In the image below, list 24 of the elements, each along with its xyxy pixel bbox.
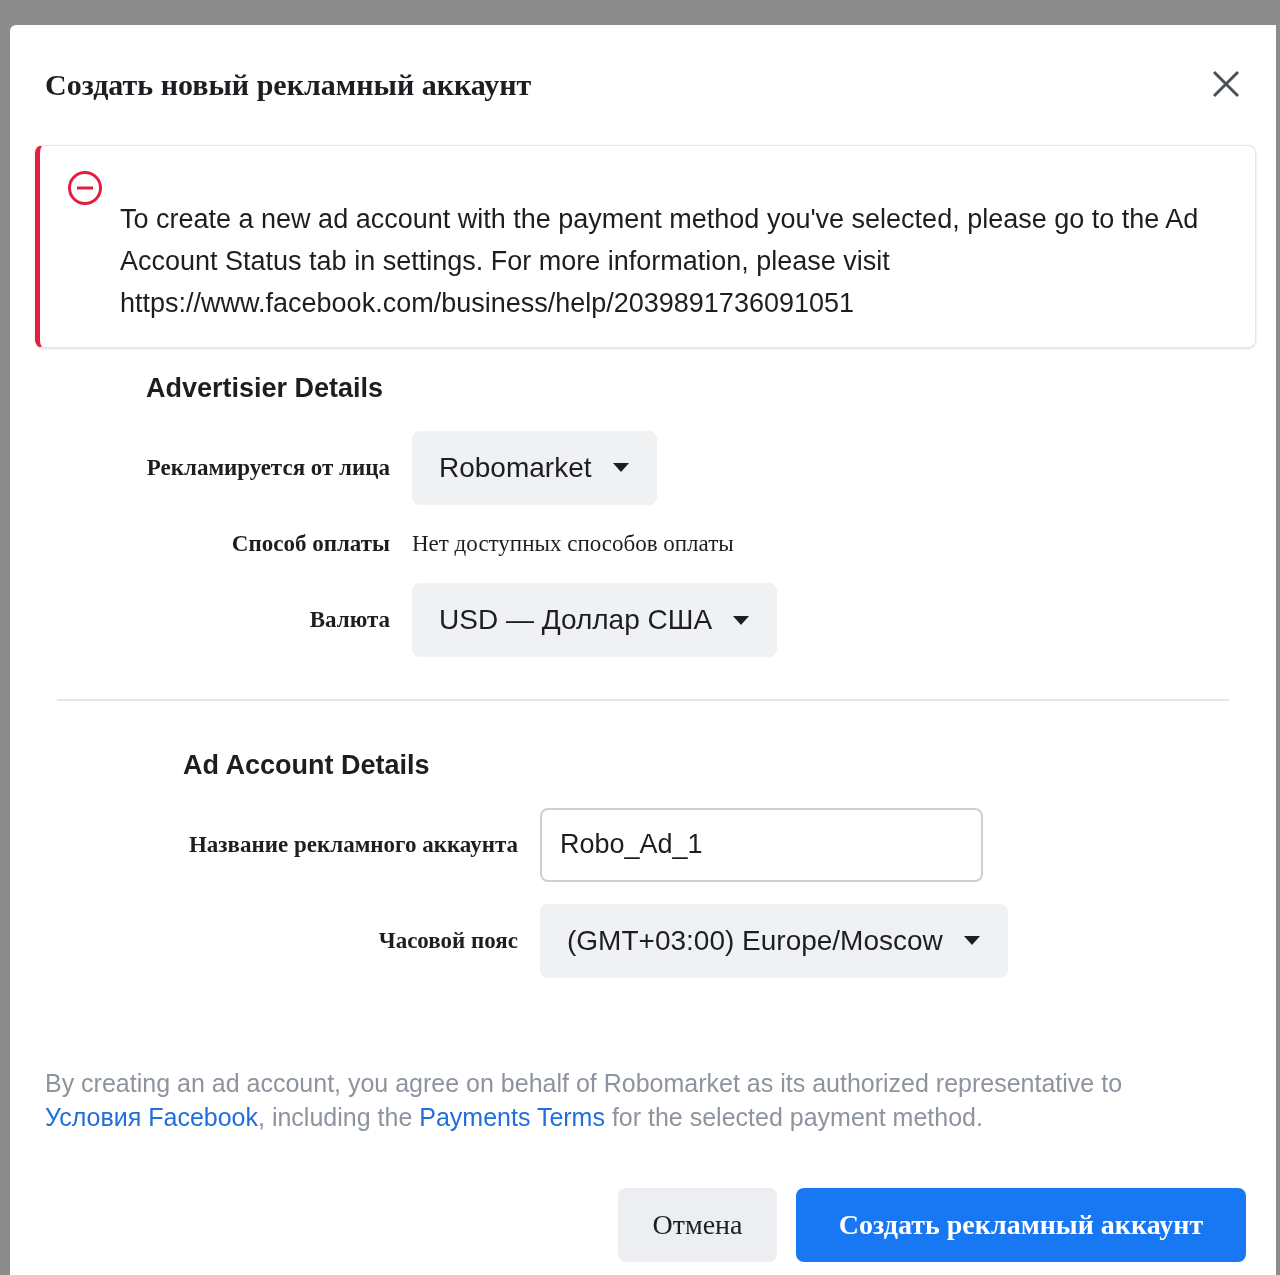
- text-input[interactable]: Robo_Ad_1: [540, 807, 983, 882]
- cancel-button[interactable]: Отмена: [618, 1187, 777, 1262]
- caret-icon: [611, 462, 630, 473]
- field-value: Нет доступных способов оплаты: [412, 529, 734, 558]
- section-heading: Ad Account Details: [183, 749, 431, 782]
- field-label: Способ оплаты: [230, 529, 390, 558]
- dialog-title: Создать новый рекламный аккаунт: [45, 66, 532, 103]
- error-icon: [67, 170, 103, 206]
- terms-link[interactable]: Условия Facebook: [45, 1102, 258, 1131]
- field-label: Название рекламного аккаунта: [187, 830, 518, 859]
- terms-text: By creating an ad account, you agree on behalf of Robomarket as its authorized representative to Условия Facebook, including the Payments Terms for the selected payment method.: [45, 1067, 1124, 1133]
- alert-message: To create a new ad account with the payment method you've selected, please go to the Ad Account Status tab in settings. For more information, please visit https://www.facebook.com/business/help/2039891736091051: [120, 203, 1200, 320]
- create-button[interactable]: Создать рекламный аккаунт: [796, 1187, 1246, 1262]
- field-label: Валюта: [308, 606, 390, 634]
- dropdown[interactable]: (GMT+03:00) Europe/Moscow: [540, 903, 1008, 978]
- field-label: Рекламируется от лица: [145, 453, 390, 482]
- caret-icon: [962, 935, 981, 946]
- dropdown[interactable]: USD — Доллар США: [412, 583, 778, 657]
- terms-link[interactable]: Payments Terms: [419, 1102, 605, 1131]
- caret-icon: [732, 614, 751, 626]
- close-icon: [1212, 70, 1240, 98]
- section-heading: Advertisier Details: [146, 372, 385, 405]
- field-label: Часовой пояс: [377, 926, 518, 955]
- dropdown[interactable]: Robomarket: [412, 430, 657, 505]
